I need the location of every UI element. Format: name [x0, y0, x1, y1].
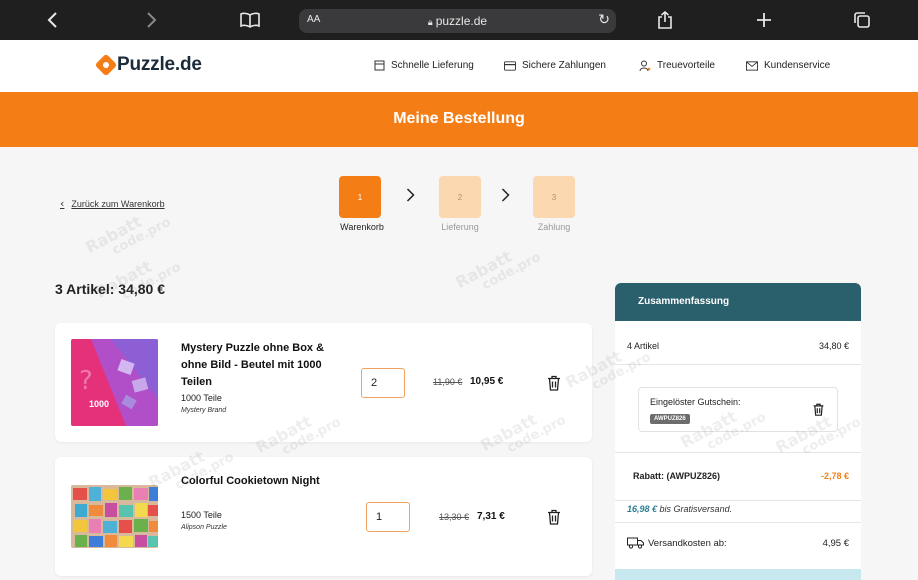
trash-icon[interactable]	[812, 403, 825, 416]
coupon-box: Eingelöster Gutschein: AWPUZ826	[638, 387, 838, 432]
puzzle-logo-icon	[96, 54, 116, 76]
truck-icon	[627, 537, 645, 549]
product-brand: Alipson Puzzle	[181, 524, 227, 531]
address-bar[interactable]: AA 🔒︎ puzzle.de ↻	[299, 9, 616, 33]
back-icon[interactable]	[41, 8, 65, 32]
cart-total-heading: 3 Artikel: 34,80 €	[55, 281, 165, 297]
product-brand: Mystery Brand	[181, 407, 227, 414]
page-title: Meine Bestellung	[393, 110, 525, 127]
summary-title: Zusammenfassung	[615, 283, 861, 321]
step-label: Warenkorb	[340, 222, 384, 232]
quantity-input[interactable]	[366, 502, 410, 532]
nav-label: Schnelle Lieferung	[391, 60, 474, 71]
step-number: 1	[357, 192, 363, 202]
loyalty-icon	[639, 60, 651, 71]
lock-icon: 🔒︎	[427, 17, 433, 27]
tabs-icon[interactable]	[850, 8, 874, 32]
step-number: 3	[551, 192, 557, 202]
divider	[615, 364, 861, 365]
coupon-code-badge: AWPUZ826	[650, 414, 690, 424]
product-pieces: 1000 Teile	[181, 393, 222, 403]
step-label: Zahlung	[537, 222, 571, 232]
forward-icon[interactable]	[139, 8, 163, 32]
discount-label: Rabatt: (AWPUZ826)	[633, 471, 721, 481]
box-icon	[373, 60, 385, 71]
product-title[interactable]: Mystery Puzzle ohne Box & ohne Bild - Be…	[181, 340, 331, 391]
product-image[interactable]: ? 1000	[71, 339, 158, 426]
nav-label: Treuevorteile	[657, 60, 715, 71]
watermark: Rabattcode.pro	[92, 256, 184, 304]
shipping-row: Versandkosten ab: 4,95 €	[627, 537, 849, 549]
watermark: Rabattcode.pro	[452, 246, 544, 294]
cart-item: Colorful Cookietown Night 1500 Teile Ali…	[55, 457, 592, 576]
product-image-label: 1000	[89, 399, 110, 409]
site-logo[interactable]: Puzzle.de	[96, 54, 202, 76]
credit-card-icon	[504, 60, 516, 71]
trash-icon[interactable]	[546, 375, 562, 391]
share-icon[interactable]	[653, 8, 677, 32]
logo-text: Puzzle.de	[117, 54, 202, 75]
step-lieferung[interactable]: 2	[439, 176, 481, 218]
nav-label: Kundenservice	[764, 60, 831, 71]
divider	[615, 500, 861, 501]
product-title[interactable]: Colorful Cookietown Night	[181, 473, 331, 490]
chevron-left-icon: ‹	[60, 197, 65, 210]
trash-icon[interactable]	[546, 509, 562, 525]
new-tab-icon[interactable]	[752, 8, 776, 32]
mail-icon	[746, 60, 758, 71]
free-shipping-text: bis Gratisversand.	[659, 504, 733, 514]
current-price: 10,95 €	[470, 376, 504, 387]
divider	[615, 522, 861, 523]
cart-item: ? 1000 Mystery Puzzle ohne Box & ohne Bi…	[55, 323, 592, 442]
free-shipping-note: 16,98 € bis Gratisversand.	[627, 504, 732, 514]
chevron-right-icon	[406, 188, 415, 206]
discount-row: Rabatt: (AWPUZ826) -2,78 €	[633, 471, 849, 481]
articles-label: 4 Artikel	[627, 341, 660, 351]
step-zahlung[interactable]: 3	[533, 176, 575, 218]
back-to-cart-link[interactable]: ‹ Zurück zum Warenkorb	[60, 197, 165, 210]
shipping-value: 4,95 €	[822, 537, 849, 549]
nav-treuevorteile[interactable]: Treuevorteile	[639, 60, 715, 71]
step-number: 2	[457, 192, 463, 202]
nav-sichere-zahlungen[interactable]: Sichere Zahlungen	[504, 60, 606, 71]
old-price: 13,30 €	[439, 512, 470, 522]
step-warenkorb[interactable]: 1	[339, 176, 381, 218]
summary-articles-row: 4 Artikel 34,80 €	[627, 341, 849, 351]
product-pieces: 1500 Teile	[181, 510, 222, 520]
old-price: 11,90 €	[433, 377, 463, 387]
shipping-label: Versandkosten ab:	[648, 537, 727, 549]
browser-toolbar: AA 🔒︎ puzzle.de ↻	[0, 0, 918, 40]
bookmarks-icon[interactable]	[238, 8, 262, 32]
discount-value: -2,78 €	[820, 471, 849, 481]
nav-kundenservice[interactable]: Kundenservice	[746, 60, 830, 71]
site-header: Puzzle.de Schnelle Lieferung Sichere Zah…	[0, 40, 918, 92]
step-label: Lieferung	[441, 222, 479, 232]
product-image[interactable]	[71, 485, 158, 548]
reload-icon[interactable]: ↻	[598, 12, 610, 28]
coupon-title: Eingelöster Gutschein:	[650, 397, 741, 407]
back-link-label: Zurück zum Warenkorb	[71, 198, 165, 209]
divider	[615, 452, 861, 453]
free-shipping-amount: 16,98 €	[627, 504, 658, 514]
url-text: puzzle.de	[435, 14, 488, 28]
summary-footer-band	[615, 569, 861, 580]
chevron-right-icon	[501, 188, 510, 206]
order-summary: Zusammenfassung 4 Artikel 34,80 € Eingel…	[615, 283, 861, 580]
nav-schnelle-lieferung[interactable]: Schnelle Lieferung	[373, 60, 474, 71]
watermark: Rabattcode.pro	[82, 211, 174, 259]
nav-label: Sichere Zahlungen	[522, 60, 606, 71]
quantity-input[interactable]	[361, 368, 405, 398]
articles-value: 34,80 €	[818, 341, 849, 351]
current-price: 7,31 €	[477, 511, 505, 522]
page-banner: Meine Bestellung	[0, 92, 918, 147]
svg-text:?: ?	[79, 366, 93, 396]
